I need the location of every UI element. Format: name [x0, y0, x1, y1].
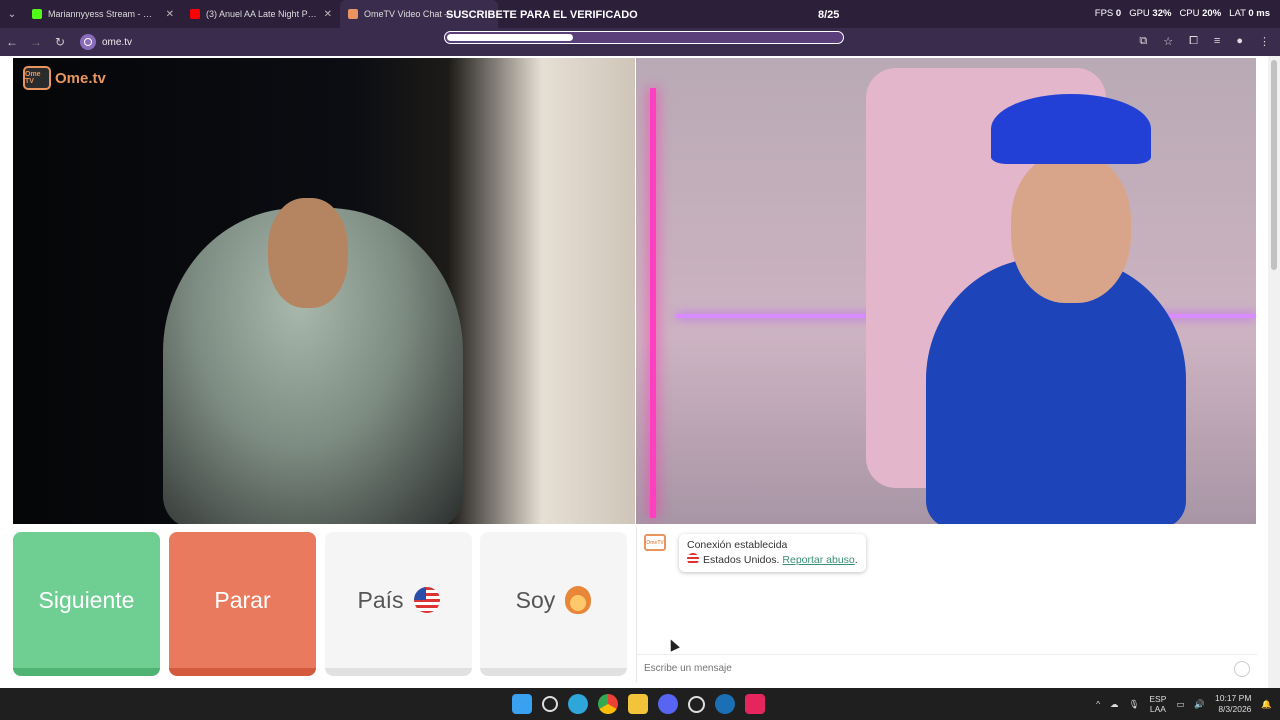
scrollbar-thumb[interactable] — [1271, 60, 1277, 270]
page-scrollbar[interactable] — [1268, 56, 1280, 688]
windows-taskbar: ^ ☁ 🎙 ESP LAA ▭ 🔊 10:17 PM 8/3/2026 🔔 — [0, 688, 1280, 720]
performance-stats: FPS 0 GPU 32% CPU 20% LAT 0 ms — [1095, 8, 1270, 19]
country-line: Estados Unidos. Reportar abuso. — [687, 553, 858, 568]
chat-panel: OmeTV Conexión establecida Estados Unido… — [636, 526, 1257, 682]
close-tab-icon[interactable]: ✕ — [166, 9, 174, 20]
gender-button[interactable]: Soy — [480, 532, 627, 676]
stream-overlay-headline: SUSCRIBETE PARA EL VERIFICADO — [446, 9, 638, 21]
extensions-icon[interactable]: ⧠ — [1189, 35, 1198, 48]
toolbar-icons: ⧉ ☆ ⧠ ≡ ● ⋮ — [1139, 35, 1270, 48]
volume-icon[interactable]: 🔊 — [1194, 699, 1205, 710]
message-input[interactable] — [644, 663, 1234, 674]
country-button[interactable]: País — [325, 532, 472, 676]
tab-youtube-playlist[interactable]: (3) Anuel AA Late Night Playlist ✕ — [182, 0, 340, 28]
ometv-chat-logo-icon: OmeTV — [644, 534, 666, 551]
stream-overlay-counter: 8/25 — [818, 9, 840, 21]
ometv-logo-text: Ome.tv — [55, 69, 106, 87]
notifications-icon[interactable]: 🔔 — [1261, 699, 1272, 710]
close-tab-icon[interactable]: ✕ — [324, 9, 332, 20]
profile-avatar-icon[interactable]: ● — [1236, 35, 1243, 48]
youtube-icon — [190, 9, 200, 19]
url-text[interactable]: ome.tv — [102, 37, 132, 48]
ometv-favicon-icon — [348, 9, 358, 19]
file-explorer-icon[interactable] — [628, 694, 648, 714]
system-tray: ^ ☁ 🎙 ESP LAA ▭ 🔊 10:17 PM 8/3/2026 🔔 — [1096, 688, 1272, 720]
us-flag-icon — [687, 553, 699, 565]
streamer-head — [1011, 153, 1131, 303]
stat-lat: LAT 0 ms — [1229, 8, 1270, 19]
self-video — [636, 58, 1256, 524]
next-button[interactable]: Siguiente — [13, 532, 160, 676]
tiktok-icon[interactable] — [745, 694, 765, 714]
tab-bar: ⌄ Mariannyyess Stream - Watch Li ✕ (3) A… — [0, 0, 1280, 28]
forward-icon[interactable]: → — [24, 35, 48, 49]
taskbar-clock[interactable]: 10:17 PM 8/3/2026 — [1215, 693, 1251, 715]
menu-dots-icon[interactable]: ⋮ — [1259, 35, 1270, 48]
discord-icon[interactable] — [658, 694, 678, 714]
microphone-icon[interactable]: 🎙 — [1129, 699, 1140, 710]
reload-icon[interactable]: ↻ — [48, 35, 72, 49]
country-button-label: País — [357, 586, 404, 613]
cast-icon[interactable]: ⧉ — [1139, 35, 1147, 48]
ometv-logo: Ome TV Ome.tv — [23, 66, 106, 90]
report-abuse-link[interactable]: Reportar abuso — [782, 554, 854, 566]
tray-chevron-icon[interactable]: ^ — [1096, 699, 1100, 709]
woman-emoji-icon — [565, 586, 592, 614]
clock-date: 8/3/2026 — [1218, 704, 1252, 714]
onedrive-icon[interactable]: ☁ — [1110, 699, 1119, 710]
progress-fill — [447, 34, 574, 41]
ometv-logo-box: Ome TV — [23, 66, 51, 90]
back-icon[interactable]: ← — [0, 35, 24, 49]
stat-cpu: CPU 20% — [1179, 8, 1222, 19]
site-info-icon[interactable] — [80, 34, 96, 50]
steam-icon[interactable] — [715, 694, 735, 714]
stat-fps: FPS 0 — [1094, 8, 1122, 19]
tab-search-chevron-icon[interactable]: ⌄ — [0, 0, 24, 28]
search-icon[interactable] — [542, 696, 558, 712]
tab-title: Mariannyyess Stream - Watch Li — [48, 9, 160, 19]
streamer-cap — [991, 94, 1151, 164]
stat-gpu: GPU 32% — [1129, 8, 1172, 19]
us-flag-icon — [413, 587, 440, 613]
chrome-icon[interactable] — [598, 694, 618, 714]
gender-button-label: Soy — [515, 586, 556, 613]
stream-goal-progress-bar — [444, 31, 844, 44]
windows-start-icon[interactable] — [512, 694, 532, 714]
taskbar-apps — [512, 688, 765, 720]
system-message: Conexión establecida Estados Unidos. Rep… — [679, 534, 866, 572]
reading-list-icon[interactable]: ≡ — [1214, 35, 1220, 48]
message-input-row — [637, 654, 1257, 682]
input-language[interactable]: ESP LAA — [1149, 694, 1166, 714]
connection-status-text: Conexión establecida — [687, 539, 788, 551]
ometv-page: Ome TV Ome.tv Siguiente Parar País Soy O… — [0, 56, 1280, 688]
stop-button-label: Parar — [214, 586, 271, 613]
stranger-country: Estados Unidos. — [703, 554, 780, 566]
obs-icon[interactable] — [688, 695, 705, 713]
kick-icon — [32, 9, 42, 19]
edge-icon[interactable] — [568, 694, 588, 714]
next-button-label: Siguiente — [38, 586, 135, 613]
stop-button[interactable]: Parar — [169, 532, 316, 676]
tab-title: (3) Anuel AA Late Night Playlist — [206, 9, 318, 19]
neon-light-vertical — [650, 88, 656, 518]
stranger-video: Ome TV Ome.tv — [13, 58, 635, 524]
clock-time: 10:17 PM — [1215, 693, 1252, 703]
tab-kick-stream[interactable]: Mariannyyess Stream - Watch Li ✕ — [24, 0, 182, 28]
network-icon[interactable]: ▭ — [1176, 699, 1184, 710]
bookmark-star-icon[interactable]: ☆ — [1163, 35, 1173, 48]
emoji-icon[interactable] — [1234, 660, 1250, 677]
stranger-head — [268, 198, 348, 308]
